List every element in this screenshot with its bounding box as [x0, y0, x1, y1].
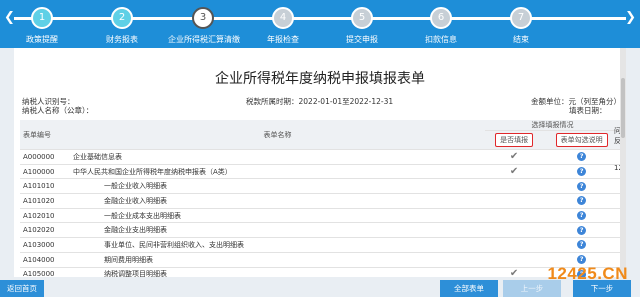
fill-date-label: 填表日期： — [569, 106, 607, 115]
row-name: 期间费用明细表 — [70, 252, 485, 268]
help-icon[interactable]: ? — [577, 240, 587, 250]
step-3[interactable]: 3 企业所得税汇算清缴 — [168, 7, 240, 45]
row-name: 金融企业收入明细表 — [70, 193, 485, 209]
row-name: 事业单位、民间非营利组织收入、支出明细表 — [70, 237, 485, 253]
row-code: A100000 — [20, 164, 70, 180]
table-row: A101010 一般企业收入明细表 ? — [20, 178, 620, 195]
row-code: A102010 — [20, 208, 70, 224]
help-icon[interactable]: ? — [577, 211, 587, 221]
vertical-scrollbar[interactable] — [620, 48, 626, 277]
step-4[interactable]: 4 年报检查 — [248, 7, 318, 45]
step-label: 提交申报 — [346, 35, 378, 44]
row-name: 纳税调整项目明细表 — [70, 267, 485, 277]
col-explain-header: 表单勾选说明 — [555, 133, 608, 147]
table-row: A101020 金融企业收入明细表 ? — [20, 193, 620, 209]
checkmark-icon[interactable]: ✔ — [510, 269, 518, 277]
table-row: A104000 期间费用明细表 ? — [20, 252, 620, 268]
back-home-button[interactable]: 返回首页 — [0, 280, 44, 297]
step-progress-bar: ❮ ❯ 1 政策提醒 2 财务报表 3 企业所得税汇算清缴 4 年报检查 5 提… — [0, 0, 640, 48]
step-circle: 2 — [111, 7, 133, 29]
tax-period: 税款所属时期：2022-01-01至2022-12-31 — [246, 97, 394, 106]
taxpayer-name-label: 纳税人名称（公章）： — [22, 106, 94, 115]
chevron-right-icon[interactable]: ❯ — [625, 11, 636, 25]
footer-bar: 返回首页 全部表单 上一步 下一步 — [0, 277, 640, 297]
table-row: A102020 金融企业支出明细表 ? — [20, 222, 620, 239]
fill-checkbox-cell[interactable] — [485, 193, 544, 209]
row-name: 金融企业支出明细表 — [70, 222, 485, 239]
table-row: A102010 一般企业成本支出明细表 ? — [20, 208, 620, 224]
row-name: 中华人民共和国企业所得税年度纳税申报表（A类） — [70, 164, 485, 180]
table-row: A105000 纳税调整项目明细表 ✔ ? — [20, 267, 620, 277]
row-code: A105000 — [20, 267, 70, 277]
table-row: A103000 事业单位、民间非营利组织收入、支出明细表 ? — [20, 237, 620, 253]
forms-table: 表单编号 表单名称 选择填报情况 是否填报 表单勾选说明 A000000 企业基… — [20, 120, 620, 277]
step-2[interactable]: 2 财务报表 — [87, 7, 157, 45]
step-label: 结束 — [513, 35, 529, 44]
row-name: 一般企业成本支出明细表 — [70, 208, 485, 224]
step-7[interactable]: 7 结束 — [486, 7, 556, 45]
checkmark-icon[interactable]: ✔ — [510, 151, 518, 162]
row-code: A101020 — [20, 193, 70, 209]
help-icon[interactable]: ? — [577, 152, 587, 162]
col-name-header: 表单名称 — [70, 120, 485, 150]
help-icon[interactable]: ? — [577, 167, 587, 177]
table-row: A100000 中华人民共和国企业所得税年度纳税申报表（A类） ✔ ? — [20, 164, 620, 180]
col-group-header: 选择填报情况 — [485, 120, 620, 131]
col-code-header: 表单编号 — [20, 120, 70, 150]
step-6[interactable]: 6 扣款信息 — [406, 7, 476, 45]
fill-checkbox-cell[interactable] — [485, 222, 544, 239]
step-5[interactable]: 5 提交申报 — [327, 7, 397, 45]
help-icon[interactable]: ? — [577, 181, 587, 191]
checkmark-icon[interactable]: ✔ — [510, 166, 518, 177]
step-circle: 4 — [272, 7, 294, 29]
step-label: 年报检查 — [267, 35, 299, 44]
step-circle: 7 — [510, 7, 532, 29]
row-code: A103000 — [20, 237, 70, 253]
step-label: 企业所得税汇算清缴 — [168, 35, 240, 44]
step-circle: 3 — [192, 7, 214, 29]
fill-checkbox-cell[interactable] — [485, 208, 544, 224]
row-code: A104000 — [20, 252, 70, 268]
table-row: A000000 企业基础信息表 ✔ ? — [20, 149, 620, 165]
page-title: 企业所得税年度纳税申报填报表单 — [215, 71, 425, 87]
fill-checkbox-cell[interactable] — [485, 178, 544, 195]
row-name: 企业基础信息表 — [70, 149, 485, 165]
scrollbar-thumb[interactable] — [621, 78, 625, 138]
form-panel: 企业所得税年度纳税申报填报表单 纳税人识别号： 纳税人名称（公章）： 税款所属时… — [14, 48, 626, 277]
help-icon[interactable]: ? — [577, 196, 587, 206]
row-code: A000000 — [20, 149, 70, 165]
step-circle: 6 — [430, 7, 452, 29]
step-1[interactable]: 1 政策提醒 — [7, 7, 77, 45]
help-icon[interactable]: ? — [577, 225, 587, 235]
step-circle: 1 — [31, 7, 53, 29]
step-label: 扣款信息 — [425, 35, 457, 44]
step-label: 政策提醒 — [26, 35, 58, 44]
help-icon[interactable]: ? — [577, 255, 587, 265]
col-fill-header: 是否填报 — [495, 133, 534, 147]
fill-checkbox-cell[interactable] — [485, 252, 544, 268]
row-name: 一般企业收入明细表 — [70, 178, 485, 195]
step-label: 财务报表 — [106, 35, 138, 44]
row-code: A101010 — [20, 178, 70, 195]
fill-checkbox-cell[interactable] — [485, 237, 544, 253]
step-circle: 5 — [351, 7, 373, 29]
site-watermark: 12425.CN — [547, 264, 628, 283]
all-forms-button[interactable]: 全部表单 — [440, 280, 498, 297]
row-code: A102020 — [20, 222, 70, 239]
